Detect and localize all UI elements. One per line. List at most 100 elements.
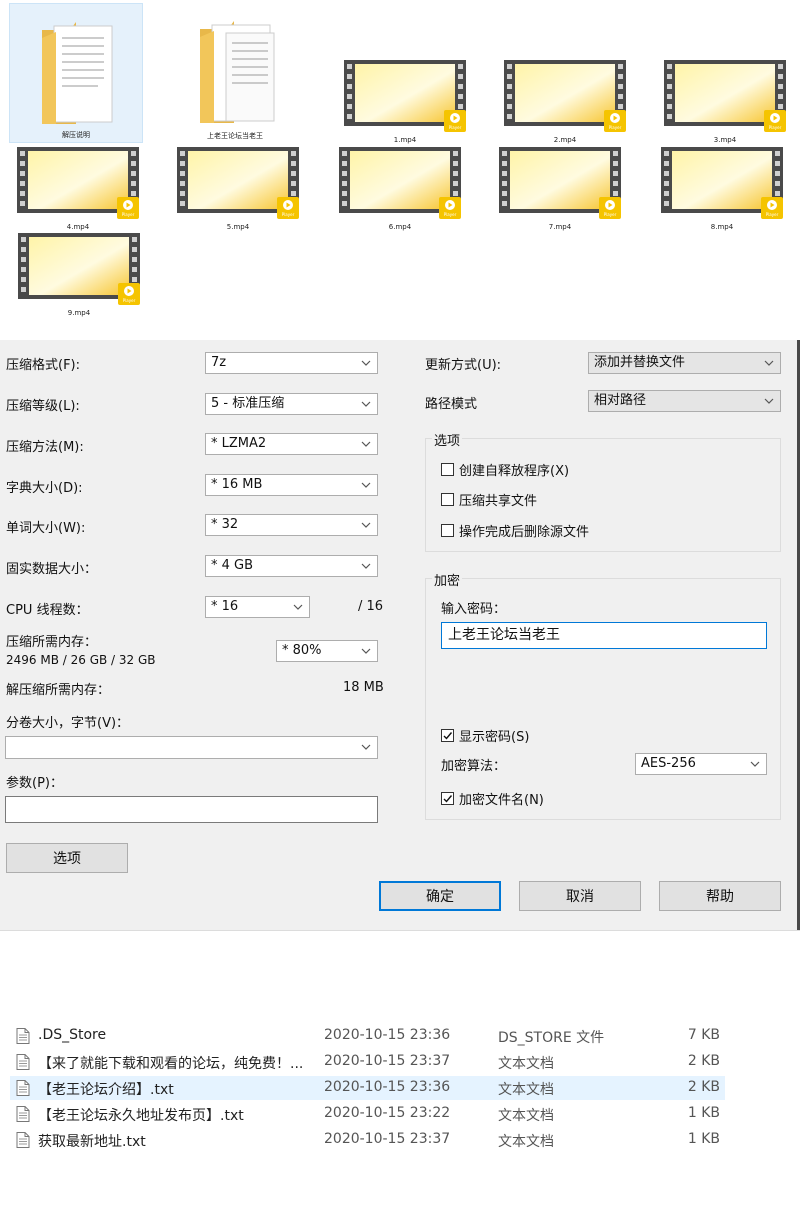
list-item[interactable]: 【来了就能下载和观看的论坛，纯免费！... 2020-10-15 23:37 文… <box>10 1050 725 1074</box>
encryption-method-label: 加密算法： <box>441 759 507 774</box>
encryption-method-select[interactable]: AES-256 <box>635 753 767 775</box>
file-caption: 解压说明 <box>62 131 90 139</box>
video-item[interactable]: Player 7.mp4 <box>493 147 627 231</box>
archive-dialog: 压缩格式(F): 7z 压缩等级(L): 5 - 标准压缩 压缩方法(M): *… <box>0 340 800 931</box>
video-item[interactable]: Player 1.mp4 <box>338 60 472 144</box>
update-mode-select[interactable]: 添加并替换文件 <box>588 352 781 374</box>
help-button[interactable]: 帮助 <box>659 881 781 911</box>
video-thumbnail-icon: Player <box>177 147 299 219</box>
memory-decompress-value: 18 MB <box>343 680 384 695</box>
folder-item[interactable]: 上老王论坛当老王 <box>168 3 302 143</box>
video-item[interactable]: Player 8.mp4 <box>655 147 789 231</box>
video-thumbnail-icon: Player <box>661 147 783 219</box>
chevron-down-icon <box>360 556 372 576</box>
format-label: 压缩格式(F): <box>6 358 81 373</box>
video-thumbnail-icon: Player <box>339 147 461 219</box>
player-badge-text: Player <box>609 125 622 130</box>
level-value: 5 - 标准压缩 <box>211 396 285 411</box>
format-value: 7z <box>211 355 227 370</box>
method-value: * LZMA2 <box>211 436 267 451</box>
parameters-input[interactable] <box>5 796 378 823</box>
file-caption: 2.mp4 <box>553 136 577 144</box>
video-item[interactable]: Player 5.mp4 <box>171 147 305 231</box>
cpu-threads-value: * 16 <box>211 599 239 614</box>
word-size-label: 单词大小(W): <box>6 521 86 536</box>
chevron-down-icon <box>360 737 372 757</box>
video-thumbnail-icon: Player <box>499 147 621 219</box>
encryption-group: 加密 输入密码： 上老王论坛当老王 显示密码(S) 加密算法： AES-256 … <box>425 570 781 820</box>
chevron-down-icon <box>749 754 761 774</box>
checkbox-box[interactable] <box>441 524 454 537</box>
options-button[interactable]: 选项 <box>6 843 128 873</box>
player-badge-text: Player <box>449 125 462 130</box>
video-item[interactable]: Player 4.mp4 <box>11 147 145 231</box>
method-label: 压缩方法(M): <box>6 440 84 455</box>
file-caption: 5.mp4 <box>226 223 250 231</box>
show-password-checkbox[interactable]: 显示密码(S) <box>441 726 529 745</box>
word-size-select[interactable]: * 32 <box>205 514 378 536</box>
video-thumbnail-icon: Player <box>504 60 626 132</box>
memory-compress-label: 压缩所需内存： <box>6 635 98 650</box>
split-volume-label: 分卷大小，字节(V)： <box>6 716 130 731</box>
delete-after-checkbox[interactable]: 操作完成后删除源文件 <box>441 521 589 540</box>
encrypt-filenames-checkbox[interactable]: 加密文件名(N) <box>441 789 544 808</box>
file-type: DS_STORE 文件 <box>498 1030 605 1046</box>
file-type: 文本文档 <box>498 1134 554 1150</box>
file-date: 2020-10-15 23:36 <box>324 1027 451 1043</box>
options-group-title: 选项 <box>432 430 463 449</box>
file-caption: 6.mp4 <box>388 223 412 231</box>
checkmark-icon <box>443 795 453 803</box>
file-caption: 7.mp4 <box>548 223 572 231</box>
format-select[interactable]: 7z <box>205 352 378 374</box>
video-item[interactable]: Player 3.mp4 <box>658 60 792 144</box>
memory-usage-select[interactable]: * 80% <box>276 640 378 662</box>
memory-usage-value: * 80% <box>282 643 322 658</box>
solid-size-select[interactable]: * 4 GB <box>205 555 378 577</box>
file-size: 7 KB <box>687 1027 720 1043</box>
password-input[interactable]: 上老王论坛当老王 <box>441 622 767 649</box>
video-item[interactable]: Player 2.mp4 <box>498 60 632 144</box>
folder-item[interactable]: 解压说明 <box>9 3 143 143</box>
checkbox-box[interactable] <box>441 493 454 506</box>
player-badge-text: Player <box>444 212 457 217</box>
list-item[interactable]: 获取最新地址.txt 2020-10-15 23:37 文本文档 1 KB <box>10 1128 725 1152</box>
file-name: 获取最新地址.txt <box>38 1134 146 1150</box>
player-badge-text: Player <box>282 212 295 217</box>
file-size: 1 KB <box>687 1131 720 1147</box>
checkbox-box[interactable] <box>441 463 454 476</box>
video-thumbnail-icon: Player <box>18 233 140 305</box>
checkbox-box[interactable] <box>441 792 454 805</box>
list-item[interactable]: 【老王论坛永久地址发布页】.txt 2020-10-15 23:22 文本文档 … <box>10 1102 725 1126</box>
file-name: 【来了就能下载和观看的论坛，纯免费！... <box>38 1056 304 1072</box>
create-sfx-label: 创建自释放程序(X) <box>459 464 570 479</box>
method-select[interactable]: * LZMA2 <box>205 433 378 455</box>
level-select[interactable]: 5 - 标准压缩 <box>205 393 378 415</box>
cancel-button[interactable]: 取消 <box>519 881 641 911</box>
checkbox-box[interactable] <box>441 729 454 742</box>
file-name: 【老王论坛介绍】.txt <box>38 1082 174 1098</box>
file-caption: 4.mp4 <box>66 223 90 231</box>
solid-size-label: 固实数据大小： <box>6 562 98 577</box>
file-date: 2020-10-15 23:37 <box>324 1131 451 1147</box>
memory-decompress-label: 解压缩所需内存： <box>6 683 111 698</box>
chevron-down-icon <box>360 394 372 414</box>
text-file-icon <box>16 1028 30 1044</box>
split-volume-input[interactable] <box>5 736 378 759</box>
dictionary-select[interactable]: * 16 MB <box>205 474 378 496</box>
update-mode-label: 更新方式(U): <box>425 358 502 373</box>
compress-shared-checkbox[interactable]: 压缩共享文件 <box>441 490 537 509</box>
list-item[interactable]: .DS_Store 2020-10-15 23:36 DS_STORE 文件 7… <box>10 1024 725 1048</box>
path-mode-select[interactable]: 相对路径 <box>588 390 781 412</box>
video-item[interactable]: Player 9.mp4 <box>12 233 146 317</box>
chevron-down-icon <box>292 597 304 617</box>
list-item[interactable]: 【老王论坛介绍】.txt 2020-10-15 23:36 文本文档 2 KB <box>10 1076 725 1100</box>
encrypt-filenames-label: 加密文件名(N) <box>459 793 544 808</box>
create-sfx-checkbox[interactable]: 创建自释放程序(X) <box>441 460 569 479</box>
cpu-threads-select[interactable]: * 16 <box>205 596 310 618</box>
folder-icon <box>200 21 275 123</box>
video-item[interactable]: Player 6.mp4 <box>333 147 467 231</box>
ok-button[interactable]: 确定 <box>379 881 501 911</box>
checkmark-icon <box>443 732 453 740</box>
text-file-icon <box>16 1106 30 1122</box>
text-file-icon <box>16 1080 30 1096</box>
